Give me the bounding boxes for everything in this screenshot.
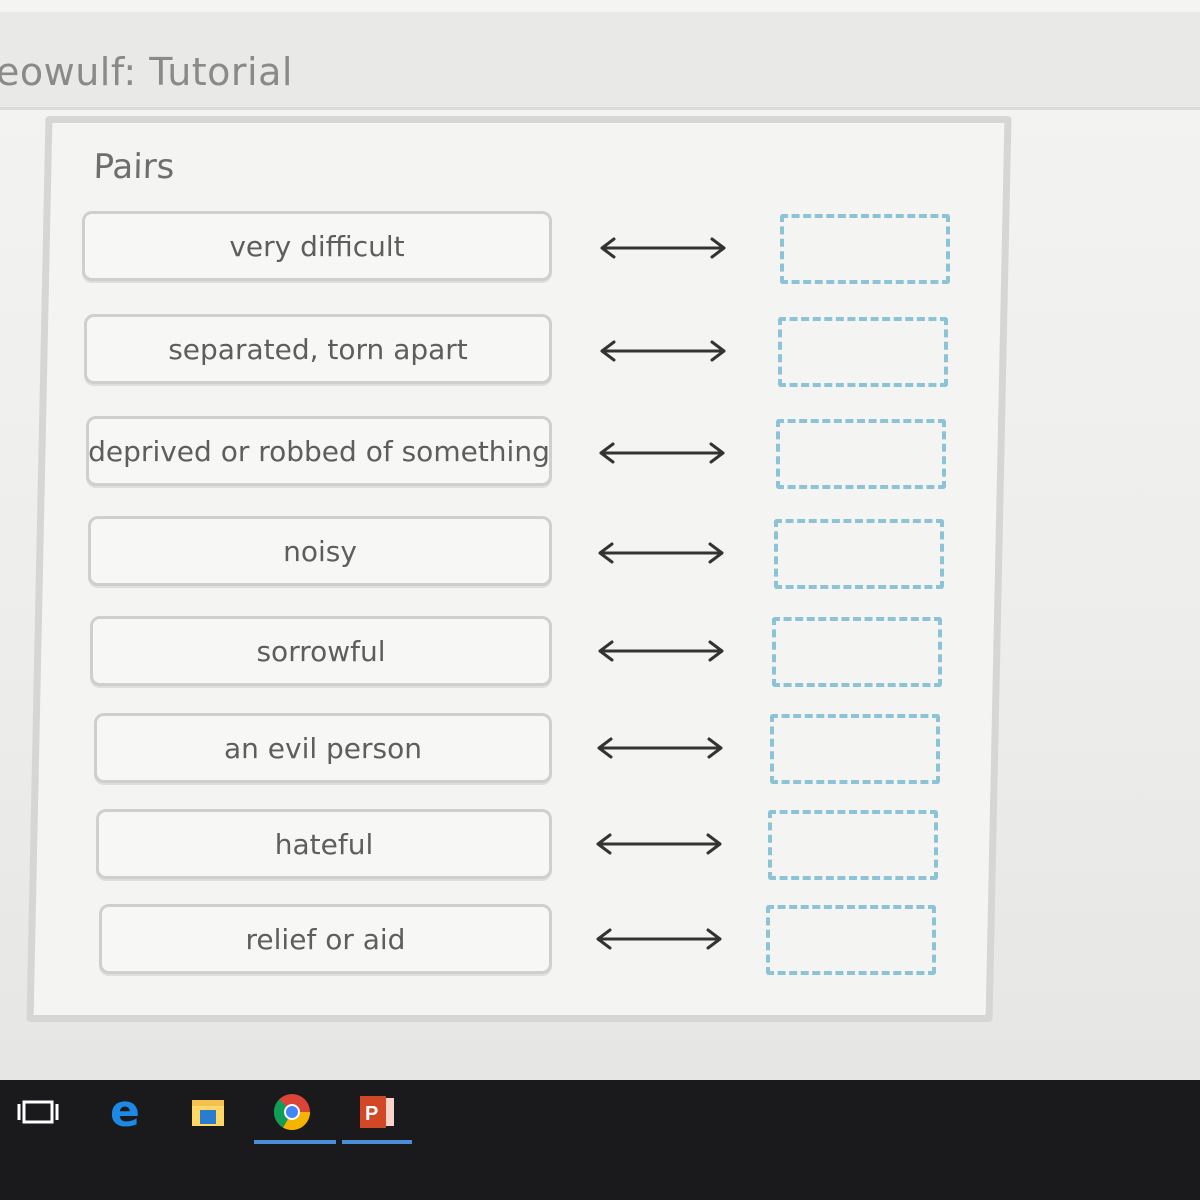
term-box[interactable]: hateful — [96, 809, 552, 879]
term-box[interactable]: an evil person — [94, 713, 552, 783]
panel-heading: Pairs — [93, 147, 175, 187]
term-label: separated, torn apart — [168, 332, 468, 366]
title-bar: eowulf: Tutorial — [0, 12, 1200, 110]
term-box[interactable]: separated, torn apart — [84, 314, 552, 384]
edge-browser-icon[interactable]: e — [96, 1082, 156, 1142]
double-headed-arrow-icon — [597, 737, 723, 759]
drop-target[interactable] — [776, 419, 946, 489]
drop-target[interactable] — [772, 617, 942, 687]
svg-text:e: e — [110, 1090, 140, 1134]
term-box[interactable]: deprived or robbed of something — [86, 416, 552, 486]
drop-target[interactable] — [766, 905, 936, 975]
chrome-active-indicator — [254, 1140, 336, 1144]
drop-target[interactable] — [768, 810, 938, 880]
chrome-icon[interactable] — [262, 1082, 322, 1142]
double-headed-arrow-icon — [600, 340, 726, 362]
term-label: very difficult — [229, 229, 405, 263]
drop-target[interactable] — [778, 317, 948, 387]
powerpoint-icon[interactable]: P — [346, 1082, 406, 1142]
term-label: relief or aid — [245, 922, 406, 956]
double-headed-arrow-icon — [600, 237, 726, 259]
double-headed-arrow-icon — [596, 928, 722, 950]
term-label: an evil person — [223, 731, 423, 765]
double-headed-arrow-icon — [599, 442, 725, 464]
term-box[interactable]: very difficult — [82, 211, 552, 281]
double-headed-arrow-icon — [596, 833, 722, 855]
file-explorer-icon[interactable] — [178, 1082, 238, 1142]
drop-target[interactable] — [770, 714, 940, 784]
term-label: sorrowful — [256, 634, 386, 668]
term-label: noisy — [283, 534, 357, 568]
double-headed-arrow-icon — [598, 640, 724, 662]
task-view-icon[interactable] — [8, 1082, 68, 1142]
term-label: deprived or robbed of something — [88, 434, 550, 468]
svg-text:P: P — [365, 1103, 378, 1125]
drop-target[interactable] — [780, 214, 950, 284]
double-headed-arrow-icon — [598, 542, 724, 564]
drop-target[interactable] — [774, 519, 944, 589]
term-label: hateful — [274, 827, 374, 861]
term-box[interactable]: sorrowful — [90, 616, 552, 686]
term-box[interactable]: noisy — [88, 516, 552, 586]
term-box[interactable]: relief or aid — [99, 904, 552, 974]
page-title: eowulf: Tutorial — [0, 50, 293, 94]
screen: eowulf: Tutorial Pairs very difficult se… — [0, 0, 1200, 1080]
powerpoint-active-indicator — [342, 1140, 412, 1144]
